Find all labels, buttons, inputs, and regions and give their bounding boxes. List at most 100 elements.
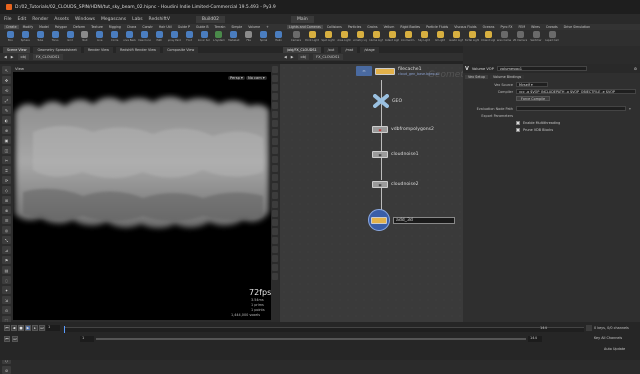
shelf-tab[interactable]: Rigid Bodies (398, 25, 422, 29)
shelf-tool[interactable]: Sphere (19, 30, 32, 42)
range-start-field[interactable]: 1 (80, 336, 94, 342)
shelf-tab[interactable]: Oceans (481, 25, 497, 29)
step-back-icon[interactable]: ◀ (11, 325, 17, 331)
shelf-tab-create[interactable]: Create (4, 25, 19, 29)
viewport-tool-icon[interactable]: ☰ (2, 216, 11, 224)
shelf-tool[interactable]: Tube (34, 30, 47, 42)
display-option-icon[interactable] (272, 201, 278, 208)
display-option-icon[interactable] (272, 93, 278, 100)
display-option-icon[interactable] (272, 120, 278, 127)
step-forward-icon[interactable]: ▸ (32, 325, 38, 331)
display-option-icon[interactable] (272, 174, 278, 181)
shelf-tool[interactable]: Font (183, 30, 196, 42)
path-node[interactable]: FX_CLOUDS1 (33, 54, 63, 60)
menu-file[interactable]: File (4, 17, 12, 22)
viewport-tool-icon[interactable]: ⚑ (2, 256, 11, 264)
node-cloudnoise1[interactable]: ▦ cloudnoise1 (372, 151, 419, 158)
shelf-tab[interactable]: Constr (140, 25, 154, 29)
auto-update-menu[interactable]: Auto Update (604, 347, 625, 351)
jump-end-icon[interactable]: ⏭ (39, 325, 45, 331)
forward-arrow-icon[interactable]: ▶ (11, 55, 14, 59)
range-start-icon[interactable]: ⏮ (4, 336, 10, 342)
multithreading-checkbox[interactable] (516, 120, 520, 125)
viewport-tool-icon[interactable]: ⇲ (2, 296, 11, 304)
prune-vdb-checkbox[interactable] (516, 127, 520, 132)
viewport-tool-icon[interactable]: ⟲ (2, 86, 11, 94)
node-filecache[interactable]: ▭ filecache1 cloud_gen_base.bgeo.sc (356, 66, 439, 76)
shelf-tool[interactable]: Volume Light (369, 30, 383, 42)
node-geo[interactable]: GEO (373, 94, 402, 108)
viewport-tool-icon[interactable]: ◇ (2, 186, 11, 194)
shelf-tool[interactable]: Box (4, 30, 17, 42)
shelf-tool[interactable]: Environment Light (401, 30, 415, 42)
key-menu[interactable] (586, 325, 592, 331)
shelf-tool[interactable]: Stereo Camera (497, 30, 511, 42)
network-editor[interactable]: Geometry ▭ filecache1 cloud_gen_base.bge… (280, 64, 473, 322)
node-vdbfrompolygons[interactable]: ▣ vdbfrompolygons2 (372, 126, 434, 133)
menu-redshift[interactable]: RedshiftV (149, 17, 170, 22)
menu-windows[interactable]: Windows (75, 17, 95, 22)
viewport-tool-icon[interactable]: ⊿ (2, 246, 11, 254)
display-option-icon[interactable] (272, 192, 278, 199)
shelf-tool[interactable]: L-System (212, 30, 225, 42)
viewport-tool-icon[interactable]: ⊕ (2, 126, 11, 134)
shelf-tab[interactable]: Volume (246, 25, 262, 29)
shelf-tool[interactable]: Helix (272, 30, 285, 42)
tab-stage[interactable]: /stage (360, 46, 379, 53)
vex-source-dropdown[interactable]: Myself ▾ (516, 82, 548, 87)
node-rename-field[interactable]: add_3d (393, 216, 455, 224)
menu-render[interactable]: Render (32, 17, 48, 22)
shelf-tool[interactable]: Draw Curve (138, 30, 151, 42)
persp-menu[interactable]: Persp ▾ (228, 76, 245, 80)
viewport-tool-icon[interactable]: ✂ (2, 156, 11, 164)
network-path-node[interactable]: FX_CLOUDS1 (313, 54, 343, 60)
viewport-tool-icon[interactable]: ⊗ (2, 206, 11, 214)
shelf-tab[interactable]: Deform (71, 25, 87, 29)
display-option-icon[interactable] (272, 102, 278, 109)
tab-render-view[interactable]: Render View (83, 46, 114, 53)
node-chooser-icon[interactable]: ⌖ (629, 107, 631, 111)
shelf-tab[interactable]: Viscous Fluids (452, 25, 478, 29)
shelf-tab[interactable]: Texture (89, 25, 105, 29)
shelf-tab[interactable]: Crowds (544, 25, 560, 29)
viewport-tool-icon[interactable]: ↖ (2, 66, 11, 74)
shelf-tool[interactable]: Area Light (337, 30, 351, 42)
tab-vex-setup[interactable]: Vex Setup (465, 75, 489, 79)
display-option-icon[interactable] (272, 147, 278, 154)
viewport-tool-icon[interactable]: ⟳ (2, 176, 11, 184)
compiler-field[interactable]: vcc -q $VOP_INCLUDEPATH -o $VOP_OBJECTFI… (516, 89, 636, 94)
shelf-tab[interactable]: Model (37, 25, 51, 29)
network-path-obj[interactable]: obj (297, 54, 310, 60)
shelf-tool[interactable]: Spot Light (321, 30, 335, 42)
display-option-icon[interactable] (272, 273, 278, 280)
shelf-tool[interactable]: VR Camera (513, 30, 527, 42)
shelf-tool[interactable]: Spray Paint (168, 30, 181, 42)
key-all-channels-button[interactable]: Key All Channels (594, 336, 622, 340)
playhead[interactable] (64, 326, 66, 333)
stop-icon[interactable]: ■ (18, 325, 24, 331)
display-option-icon[interactable] (272, 255, 278, 262)
timeline-track[interactable] (64, 327, 584, 332)
shelf-tool[interactable]: Geometry Light (353, 30, 367, 42)
node-cloudnoise2[interactable]: ▦ cloudnoise2 (372, 181, 419, 188)
display-option-icon[interactable] (272, 219, 278, 226)
display-option-icon[interactable] (272, 129, 278, 136)
tab-composite-view[interactable]: Composite View (163, 46, 199, 53)
shelf-tab[interactable]: Particle Fluids (424, 25, 450, 29)
add-shelf-tab-button[interactable]: + (264, 25, 271, 29)
shelf-tool[interactable]: Switcher (529, 30, 543, 42)
display-option-icon[interactable] (272, 210, 278, 217)
play-icon[interactable]: ▶ (25, 325, 31, 331)
display-option-icon[interactable] (272, 111, 278, 118)
shelf-tab[interactable]: Terrain (213, 25, 228, 29)
tab-redshift-render-view[interactable]: Redshift Render View (116, 46, 161, 53)
scene-viewport[interactable]: View Persp ▾ No cam ▾ 72fps 3.54ms 1 pri… (13, 66, 271, 320)
shelf-tab[interactable]: Chara (125, 25, 138, 29)
shelf-tool[interactable]: Camera (289, 30, 303, 42)
range-end-icon[interactable]: ⏭ (12, 336, 18, 342)
tab-network-fx[interactable]: /obj/FX_CLOUDS1 (283, 46, 321, 53)
range-end-field[interactable]: 144 (528, 336, 542, 342)
shelf-tool[interactable]: File (242, 30, 255, 42)
display-option-icon[interactable] (272, 84, 278, 91)
shelf-tool[interactable]: Torus (49, 30, 62, 42)
